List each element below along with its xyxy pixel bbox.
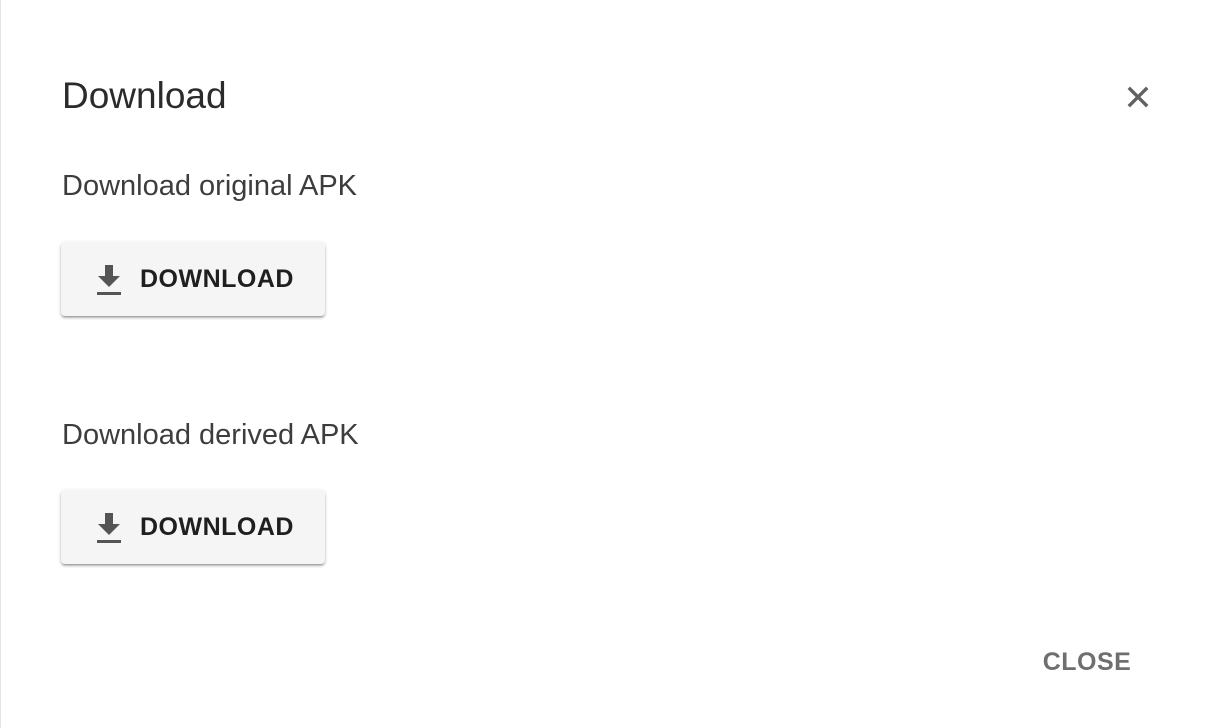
dialog-title: Download bbox=[62, 75, 227, 116]
download-original-apk-button[interactable]: DOWNLOAD bbox=[61, 242, 325, 316]
download-derived-apk-button-label: DOWNLOAD bbox=[140, 513, 294, 541]
close-icon-button[interactable] bbox=[1117, 76, 1159, 118]
download-icon bbox=[97, 265, 121, 295]
close-button[interactable]: CLOSE bbox=[1025, 634, 1149, 690]
download-icon bbox=[97, 513, 121, 543]
close-icon bbox=[1127, 86, 1149, 108]
download-dialog: Download Download original APK DOWNLOAD … bbox=[0, 0, 1218, 728]
download-original-apk-button-label: DOWNLOAD bbox=[140, 265, 294, 293]
download-derived-apk-button[interactable]: DOWNLOAD bbox=[61, 490, 325, 564]
original-apk-label: Download original APK bbox=[62, 170, 358, 202]
derived-apk-label: Download derived APK bbox=[62, 419, 359, 451]
